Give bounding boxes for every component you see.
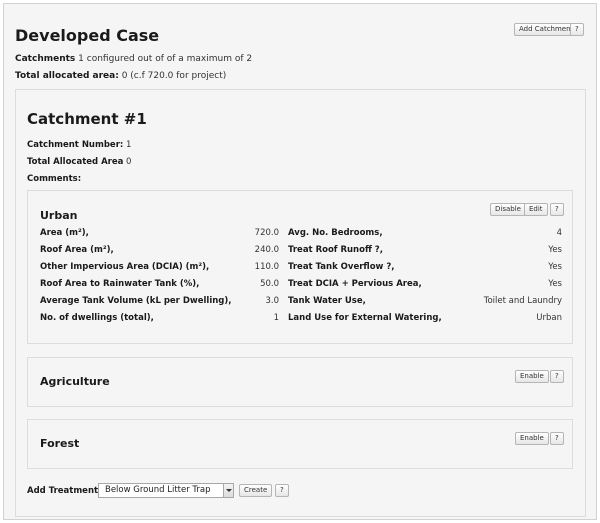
add-treatment-label: Add Treatment bbox=[27, 486, 99, 496]
agriculture-title: Agriculture bbox=[40, 375, 110, 388]
catchment-panel: Catchment #1 Catchment Number: 1 Total A… bbox=[15, 89, 586, 517]
urban-field-label: Average Tank Volume (kL per Dwelling), bbox=[40, 296, 232, 306]
urban-field-value: Urban bbox=[536, 313, 562, 323]
urban-field-value: Yes bbox=[548, 245, 562, 255]
urban-field-value: 720.0 bbox=[254, 228, 279, 238]
urban-row: Area (m²), 720.0 Avg. No. Bedrooms, 4 bbox=[40, 228, 562, 240]
allocated-text: 0 (c.f 720.0 for project) bbox=[121, 71, 227, 81]
urban-row: No. of dwellings (total), 1 Land Use for… bbox=[40, 313, 562, 325]
case-help-button[interactable]: ? bbox=[570, 23, 584, 36]
add-catchment-button[interactable]: Add Catchment bbox=[514, 23, 579, 36]
forest-panel: Forest Enable ? bbox=[27, 419, 573, 469]
urban-panel: Urban Disable Edit ? Area (m²), 720.0 Av… bbox=[27, 190, 573, 344]
create-treatment-button[interactable]: Create bbox=[239, 484, 273, 497]
comments-label: Comments: bbox=[27, 174, 82, 184]
chevron-down-icon[interactable] bbox=[223, 484, 233, 497]
urban-field-label: Treat DCIA + Pervious Area, bbox=[288, 279, 422, 289]
urban-field-value: 240.0 bbox=[254, 245, 279, 255]
urban-field-value: Toilet and Laundry bbox=[483, 296, 562, 306]
treatment-selected-value: Below Ground Litter Trap bbox=[105, 485, 211, 495]
developed-case-panel: Developed Case Add Catchment ? Catchment… bbox=[3, 3, 597, 520]
urban-title: Urban bbox=[40, 209, 78, 222]
agriculture-panel: Agriculture Enable ? bbox=[27, 357, 573, 407]
urban-field-value: 110.0 bbox=[254, 262, 279, 272]
urban-edit-button[interactable]: Edit bbox=[524, 203, 548, 216]
urban-field-value: 3.0 bbox=[265, 296, 279, 306]
urban-help-button[interactable]: ? bbox=[550, 203, 564, 216]
catchments-text: 1 configured out of of a maximum of 2 bbox=[78, 54, 253, 64]
urban-field-value: Yes bbox=[548, 262, 562, 272]
treatment-help-button[interactable]: ? bbox=[275, 484, 289, 497]
catchment-area-label: Total Allocated Area bbox=[27, 157, 124, 167]
urban-field-value: Yes bbox=[548, 279, 562, 289]
catchments-summary: Catchments 1 configured out of of a maxi… bbox=[15, 54, 252, 64]
urban-field-label: Avg. No. Bedrooms, bbox=[288, 228, 383, 238]
urban-row: Average Tank Volume (kL per Dwelling), 3… bbox=[40, 296, 562, 308]
urban-row: Roof Area (m²), 240.0 Treat Roof Runoff … bbox=[40, 245, 562, 257]
allocated-label: Total allocated area: bbox=[15, 71, 119, 81]
urban-field-value: 4 bbox=[556, 228, 562, 238]
urban-field-label: Treat Roof Runoff ?, bbox=[288, 245, 383, 255]
urban-disable-button[interactable]: Disable bbox=[490, 203, 526, 216]
catchment-area: Total Allocated Area 0 bbox=[27, 157, 131, 167]
comments: Comments: bbox=[27, 174, 81, 184]
urban-field-label: Other Impervious Area (DCIA) (m²), bbox=[40, 262, 210, 272]
agriculture-enable-button[interactable]: Enable bbox=[515, 370, 549, 383]
forest-help-button[interactable]: ? bbox=[550, 432, 564, 445]
catchment-area-value: 0 bbox=[126, 157, 132, 167]
treatment-select[interactable]: Below Ground Litter Trap bbox=[98, 483, 234, 498]
urban-field-label: Tank Water Use, bbox=[288, 296, 366, 306]
urban-field-label: Land Use for External Watering, bbox=[288, 313, 442, 323]
catchment-title: Catchment #1 bbox=[27, 110, 147, 128]
agriculture-help-button[interactable]: ? bbox=[550, 370, 564, 383]
urban-field-label: Area (m²), bbox=[40, 228, 89, 238]
urban-field-label: Roof Area (m²), bbox=[40, 245, 114, 255]
urban-field-value: 1 bbox=[273, 313, 279, 323]
catchment-number: Catchment Number: 1 bbox=[27, 140, 131, 150]
forest-title: Forest bbox=[40, 437, 80, 450]
urban-row: Other Impervious Area (DCIA) (m²), 110.0… bbox=[40, 262, 562, 274]
urban-field-label: No. of dwellings (total), bbox=[40, 313, 154, 323]
catchment-number-value: 1 bbox=[126, 140, 132, 150]
catchment-number-label: Catchment Number: bbox=[27, 140, 124, 150]
urban-field-value: 50.0 bbox=[260, 279, 279, 289]
catchments-label: Catchments bbox=[15, 54, 76, 64]
forest-enable-button[interactable]: Enable bbox=[515, 432, 549, 445]
case-title: Developed Case bbox=[15, 26, 160, 45]
allocated-summary: Total allocated area: 0 (c.f 720.0 for p… bbox=[15, 71, 226, 81]
urban-row: Roof Area to Rainwater Tank (%), 50.0 Tr… bbox=[40, 279, 562, 291]
urban-field-label: Roof Area to Rainwater Tank (%), bbox=[40, 279, 200, 289]
urban-field-label: Treat Tank Overflow ?, bbox=[288, 262, 395, 272]
